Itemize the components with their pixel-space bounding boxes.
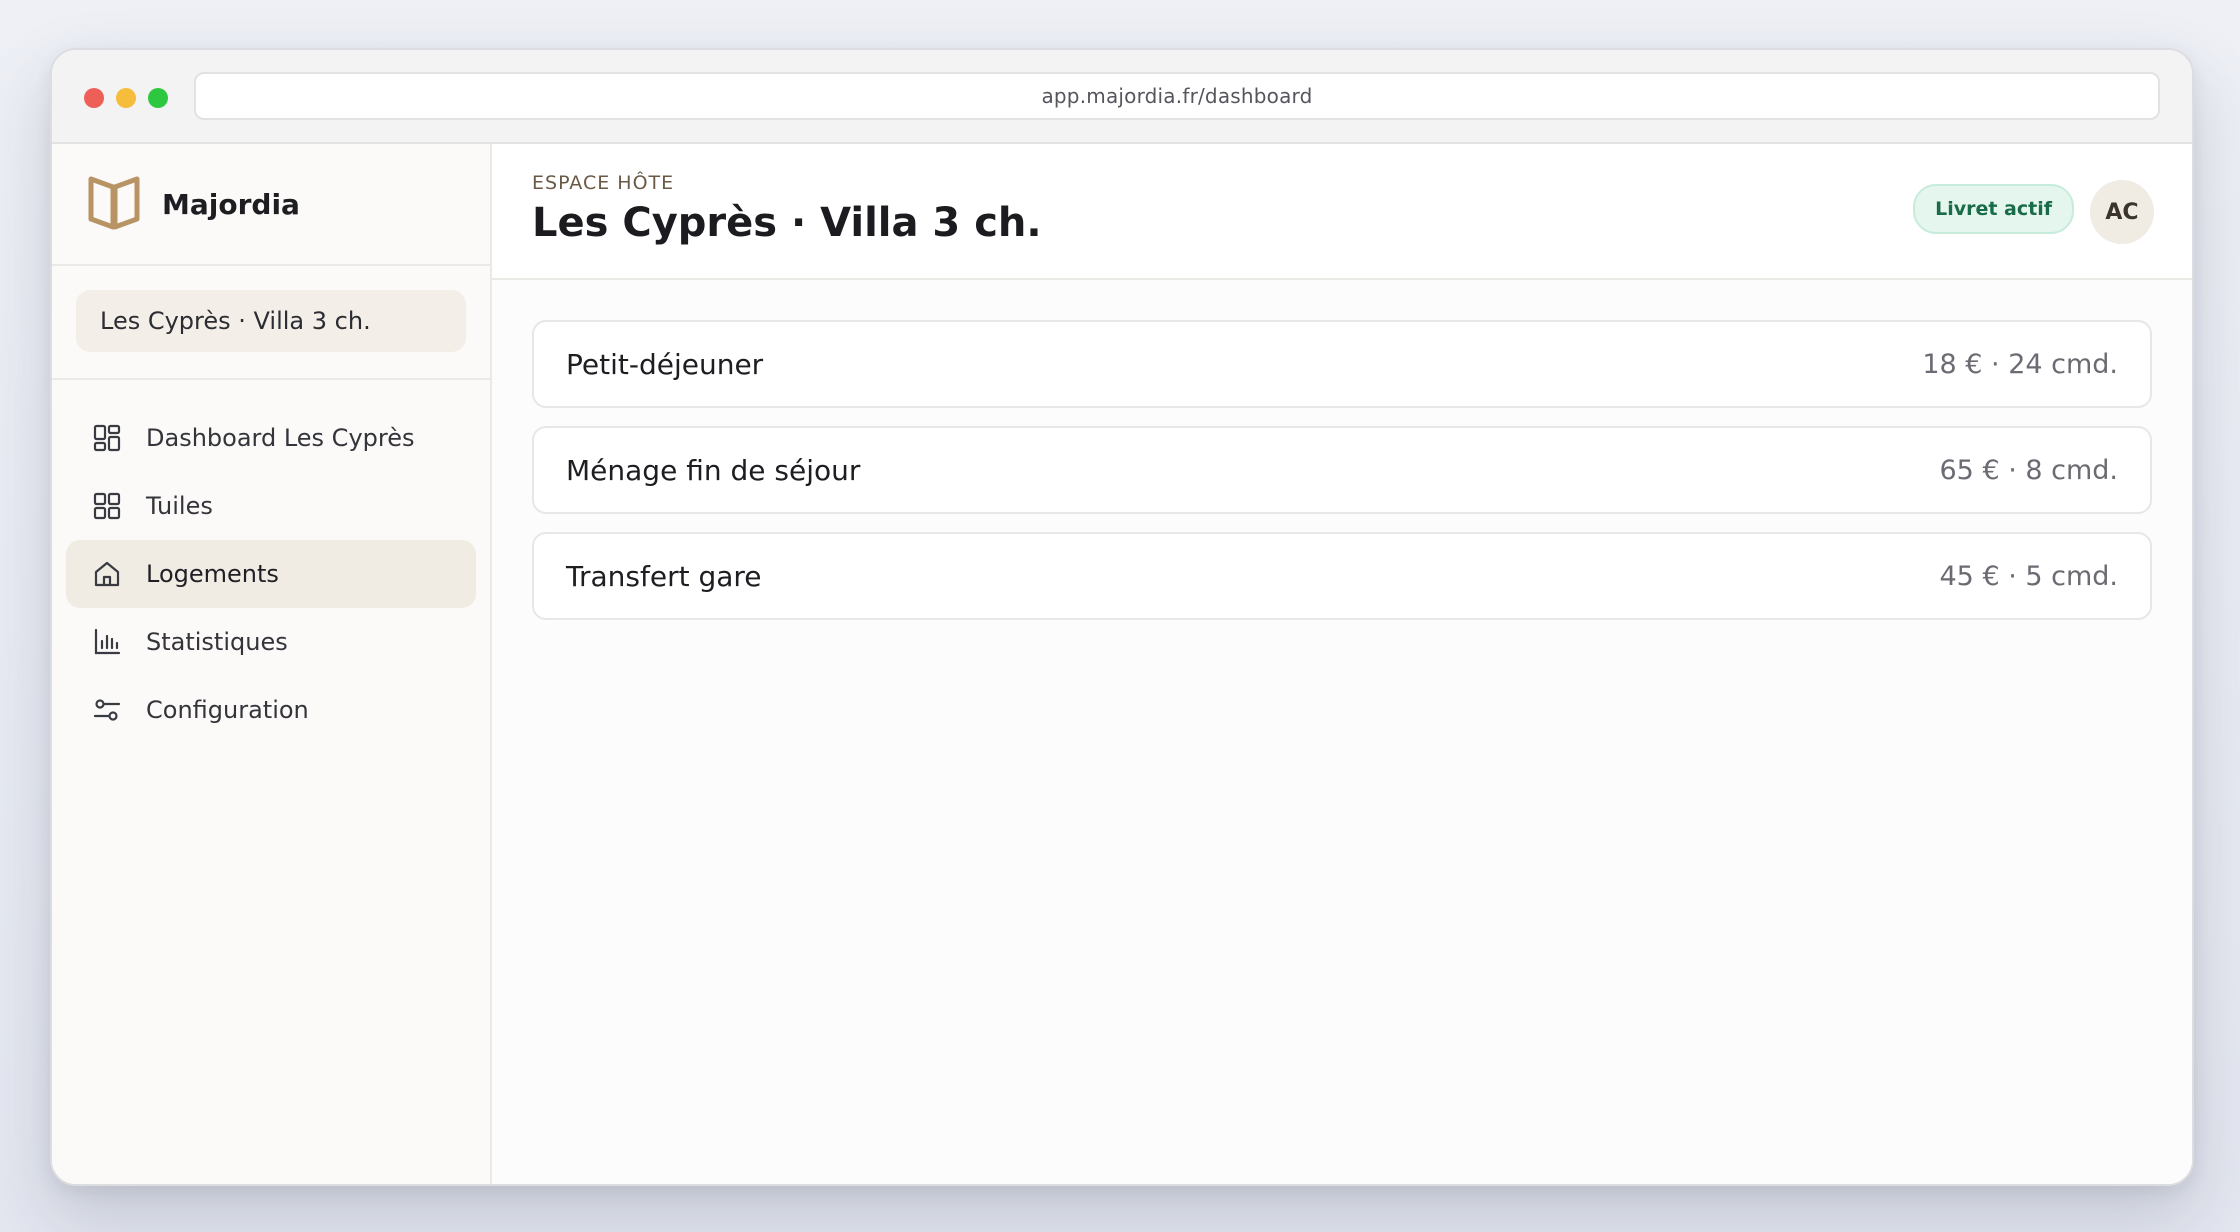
status-badge: Livret actif [1913, 184, 2074, 234]
sidebar-item-label: Statistiques [146, 628, 288, 656]
book-logo-icon [86, 172, 142, 236]
page-kicker: ESPACE HÔTE [532, 172, 675, 194]
list-item[interactable]: Transfert gare 45 € · 5 cmd. [532, 532, 2152, 620]
sliders-icon [92, 695, 122, 725]
brand[interactable]: Majordia [52, 144, 490, 266]
service-price-orders: 45 € · 5 cmd. [1939, 560, 2119, 592]
service-name: Transfert gare [566, 559, 762, 593]
service-name: Petit-déjeuner [566, 347, 764, 381]
brand-name: Majordia [162, 187, 300, 221]
list-item[interactable]: Petit-déjeuner 18 € · 24 cmd. [532, 320, 2152, 408]
main-content: ESPACE HÔTE Les Cyprès · Villa 3 ch. Liv… [492, 144, 2192, 1184]
browser-window: app.majordia.fr/dashboard Majordia Les C… [50, 48, 2194, 1186]
sidebar: Majordia Les Cyprès · Villa 3 ch. Dashbo… [52, 144, 492, 1184]
sidebar-item-dashboard[interactable]: Dashboard Les Cyprès [66, 404, 476, 472]
bar-chart-icon [92, 627, 122, 657]
grid-icon [92, 491, 122, 521]
service-price-orders: 18 € · 24 cmd. [1922, 348, 2118, 380]
sidebar-item-label: Dashboard Les Cyprès [146, 424, 415, 452]
property-switcher-section: Les Cyprès · Villa 3 ch. [52, 266, 490, 380]
services-list: Petit-déjeuner 18 € · 24 cmd. Ménage fin… [532, 320, 2152, 638]
home-icon [92, 559, 122, 589]
sidebar-item-label: Configuration [146, 696, 309, 724]
sidebar-nav: Dashboard Les Cyprès Tuiles Logements St… [52, 380, 490, 744]
close-window-button[interactable] [84, 88, 104, 108]
page-header: ESPACE HÔTE Les Cyprès · Villa 3 ch. Liv… [492, 144, 2192, 280]
list-item[interactable]: Ménage fin de séjour 65 € · 8 cmd. [532, 426, 2152, 514]
address-bar[interactable]: app.majordia.fr/dashboard [194, 72, 2160, 120]
property-selector[interactable]: Les Cyprès · Villa 3 ch. [76, 290, 466, 352]
minimize-window-button[interactable] [116, 88, 136, 108]
sidebar-item-label: Tuiles [146, 492, 213, 520]
page-title: Les Cyprès · Villa 3 ch. [532, 200, 1042, 246]
browser-toolbar: app.majordia.fr/dashboard [52, 50, 2192, 144]
avatar[interactable]: AC [2090, 180, 2154, 244]
maximize-window-button[interactable] [148, 88, 168, 108]
sidebar-item-statistiques[interactable]: Statistiques [66, 608, 476, 676]
sidebar-item-logements[interactable]: Logements [66, 540, 476, 608]
sidebar-item-label: Logements [146, 560, 279, 588]
dashboard-icon [92, 423, 122, 453]
sidebar-item-configuration[interactable]: Configuration [66, 676, 476, 744]
service-price-orders: 65 € · 8 cmd. [1939, 454, 2119, 486]
sidebar-item-tuiles[interactable]: Tuiles [66, 472, 476, 540]
service-name: Ménage fin de séjour [566, 453, 861, 487]
